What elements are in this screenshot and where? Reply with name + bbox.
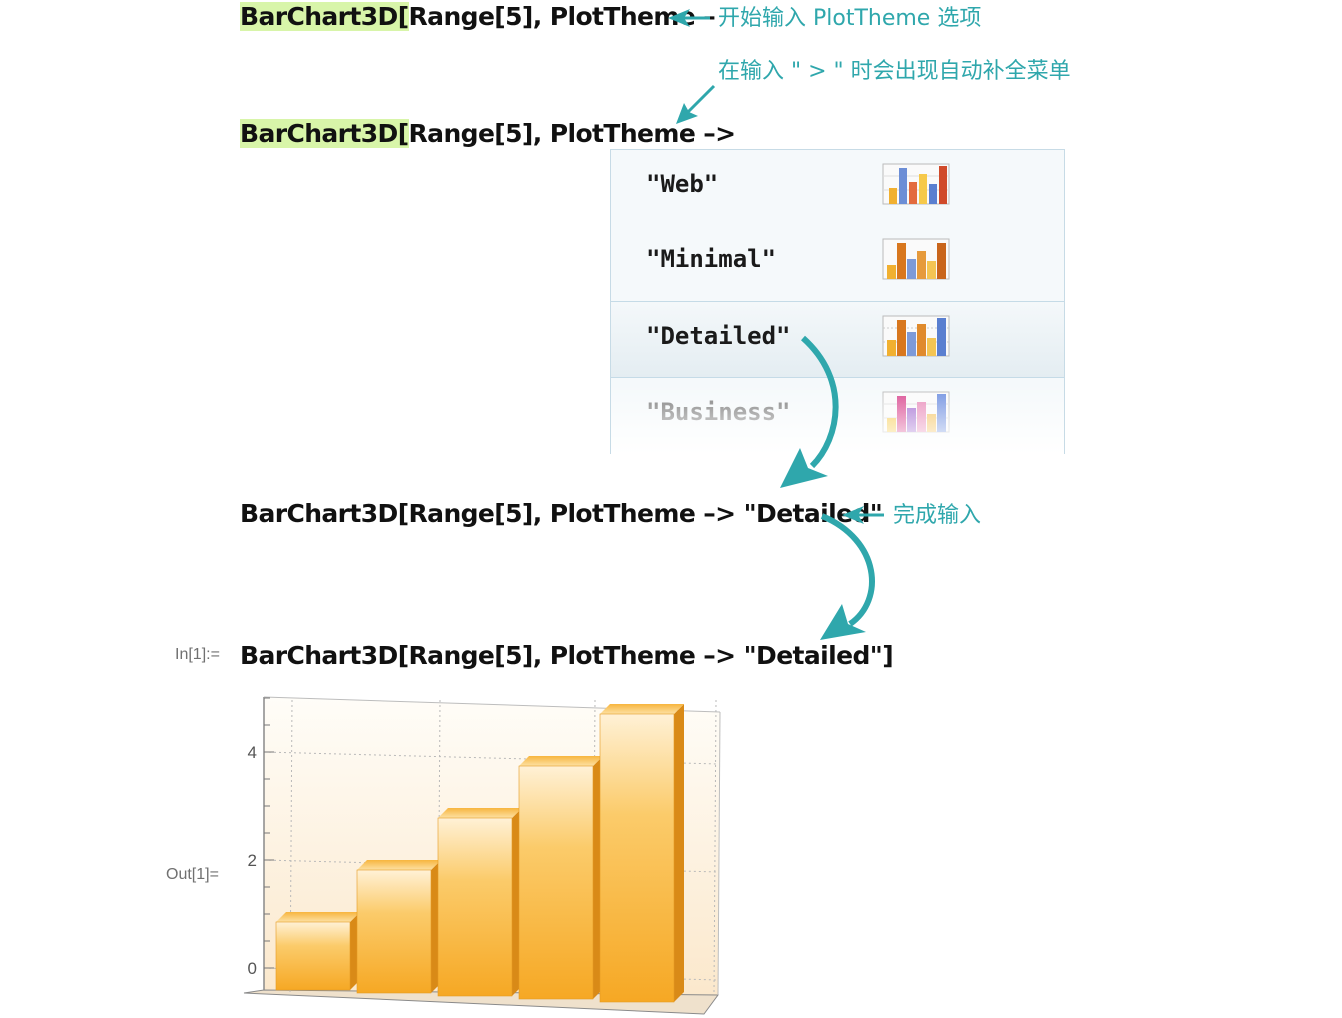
bar-front [599,713,675,1003]
bar-front [275,921,351,991]
y-tick-label: 4 [248,743,257,762]
bar-chart-3d: 0 2 4 [243,696,721,1015]
bar-side [674,704,684,1002]
bar-top [600,704,684,714]
bar-front [356,869,432,994]
y-tick-label: 0 [248,959,257,978]
bar-front [437,817,513,997]
bar-1 [275,912,360,991]
bar-top [438,808,522,818]
bar-front [518,765,594,1000]
bar-5 [599,704,684,1003]
bar-top [357,860,441,870]
y-tick-label: 2 [248,851,257,870]
bar-4 [518,756,603,1000]
bar-top [276,912,360,922]
bar-2 [356,860,441,994]
bar-3 [437,808,522,997]
bar-top [519,756,603,766]
